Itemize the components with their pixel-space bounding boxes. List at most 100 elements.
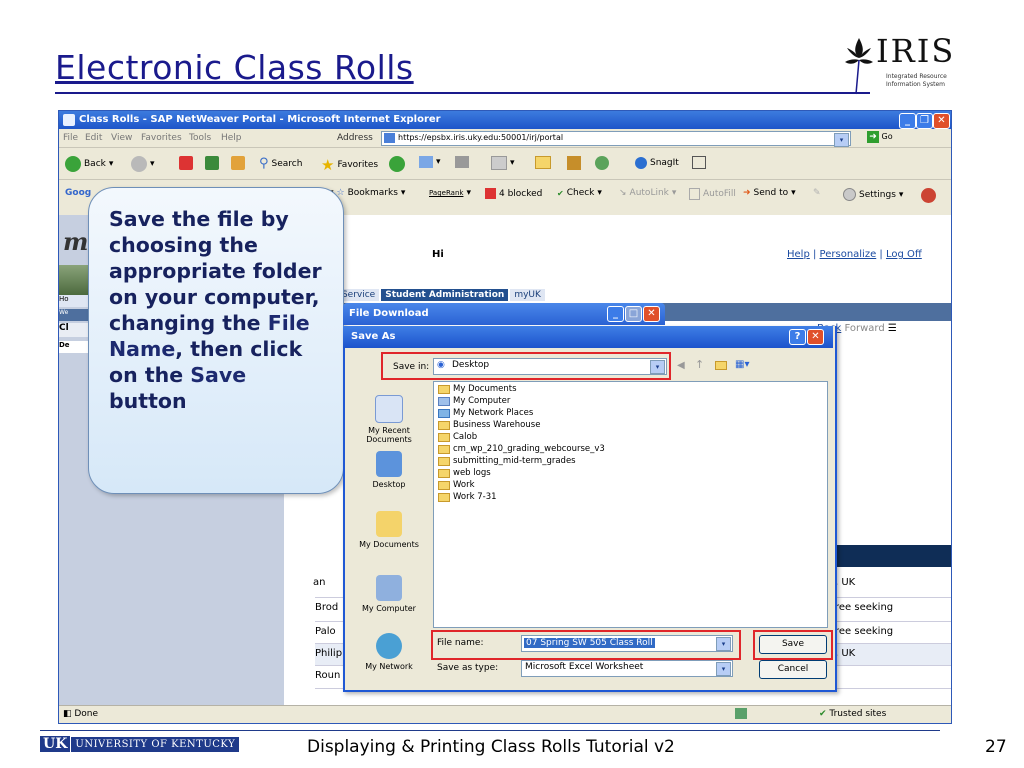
mail-button[interactable]: ▾	[419, 156, 441, 168]
save-in-select[interactable]: ◉ Desktop ▾	[433, 358, 667, 375]
menu-view[interactable]: View	[111, 133, 132, 143]
autolink-button[interactable]: ↘ AutoLink ▾	[619, 188, 676, 198]
forward-button[interactable]: ▾	[131, 156, 155, 172]
settings-button[interactable]: Settings ▾	[843, 188, 903, 201]
menu-help[interactable]: Help	[221, 133, 242, 143]
list-item[interactable]: Business Warehouse	[438, 420, 540, 430]
file-name-input[interactable]: 07 Spring SW 505 Class Roll ▾	[521, 635, 733, 652]
uk-mark: UK	[40, 736, 71, 752]
highlight-button[interactable]: ✎	[813, 188, 821, 198]
personalize-link[interactable]: Personalize	[820, 249, 877, 260]
bookmarks-button[interactable]: ▾ ☆ Bookmarks ▾	[329, 188, 405, 198]
menu-tools[interactable]: Tools	[189, 133, 211, 143]
messenger-button[interactable]	[595, 156, 609, 170]
abc-check-icon: ✔	[557, 188, 564, 198]
footer-title: Displaying & Printing Class Rolls Tutori…	[307, 737, 675, 757]
print-button[interactable]	[455, 156, 469, 168]
file-download-maximize[interactable]: □	[625, 306, 642, 322]
print-icon	[455, 156, 469, 168]
home-button[interactable]	[231, 156, 245, 170]
cancel-button[interactable]: Cancel	[759, 660, 827, 679]
favorites-button[interactable]: ★ Favorites	[321, 156, 378, 174]
place-recent-documents[interactable]: My Recent Documents	[351, 395, 427, 444]
new-folder-icon[interactable]	[715, 361, 727, 370]
list-item[interactable]: My Network Places	[438, 408, 533, 418]
nav-tab-welcome[interactable]: We	[59, 309, 89, 321]
help-button[interactable]: ?	[789, 329, 806, 345]
folder-button[interactable]	[535, 156, 551, 169]
history-button[interactable]	[389, 156, 405, 172]
search-button[interactable]: ⚲ Search	[259, 156, 302, 171]
list-item[interactable]: Work 7-31	[438, 492, 497, 502]
address-dropdown-icon[interactable]: ▾	[834, 133, 849, 147]
pagerank-button[interactable]: PageRank ▾	[429, 188, 471, 198]
folder-icon	[438, 468, 450, 478]
save-type-dropdown-icon[interactable]: ▾	[716, 662, 731, 676]
tab-student-administration[interactable]: Student Administration	[381, 289, 509, 301]
stop-button[interactable]	[179, 156, 193, 170]
list-item[interactable]: My Computer	[438, 396, 510, 406]
up-folder-icon[interactable]: ↑	[695, 358, 704, 371]
sendto-label: Send to	[753, 188, 789, 198]
place-my-documents[interactable]: My Documents	[351, 511, 427, 549]
restore-button[interactable]: ❐	[916, 113, 933, 129]
folder-icon	[438, 420, 450, 430]
menu-favorites[interactable]: Favorites	[141, 133, 182, 143]
minimize-button[interactable]: _	[899, 113, 916, 129]
ie-icon	[63, 114, 75, 126]
menu-file[interactable]: File	[63, 133, 78, 143]
table-cell-left-0: an	[313, 577, 326, 588]
file-label: My Documents	[453, 384, 517, 394]
popup-blocker-button[interactable]: 4 blocked	[485, 188, 542, 199]
trusted-zone: ✔ Trusted sites	[819, 709, 886, 719]
back-button[interactable]: Back ▾	[65, 156, 113, 172]
translate-button[interactable]	[921, 188, 936, 203]
sendto-button[interactable]: ➜ Send to ▾	[743, 188, 796, 198]
list-item[interactable]: Calob	[438, 432, 477, 442]
table-cell-right: ree seeking	[835, 602, 894, 613]
close-button[interactable]: ✕	[933, 113, 950, 129]
nav-tab-home[interactable]: Ho	[59, 295, 89, 307]
place-my-network[interactable]: My Network	[351, 633, 427, 671]
portal-menu-icon[interactable]: ☰	[888, 323, 897, 334]
save-in-dropdown-icon[interactable]: ▾	[650, 360, 665, 374]
logoff-link[interactable]: Log Off	[886, 249, 922, 260]
back-folder-icon[interactable]: ◀	[677, 360, 685, 371]
home-icon	[231, 156, 245, 170]
file-download-close[interactable]: ✕	[643, 306, 660, 322]
save-type-select[interactable]: Microsoft Excel Worksheet ▾	[521, 660, 733, 677]
snagit-button[interactable]: SnagIt	[635, 156, 706, 169]
research-button[interactable]	[567, 156, 581, 170]
help-link[interactable]: Help	[787, 249, 810, 260]
views-menu-icon[interactable]: ▦▾	[735, 359, 749, 370]
list-item[interactable]: submitting_mid-term_grades	[438, 456, 576, 466]
go-button[interactable]: ➜ Go	[867, 131, 905, 145]
place-my-computer[interactable]: My Computer	[351, 575, 427, 613]
edit-button[interactable]: ▾	[491, 156, 515, 170]
file-name-dropdown-icon[interactable]: ▾	[716, 637, 731, 651]
list-item[interactable]: web logs	[438, 468, 491, 478]
list-item[interactable]: cm_wp_210_grading_webcourse_v3	[438, 444, 605, 454]
save-as-close-button[interactable]: ✕	[807, 329, 824, 345]
menu-edit[interactable]: Edit	[85, 133, 102, 143]
place-desktop[interactable]: Desktop	[351, 451, 427, 489]
trusted-check-icon: ✔	[819, 709, 827, 719]
portal-forward-link[interactable]: Forward	[844, 323, 884, 334]
refresh-button[interactable]	[205, 156, 219, 170]
list-item[interactable]: Work	[438, 480, 475, 490]
tab-myuk[interactable]: myUK	[510, 289, 545, 301]
spellcheck-button[interactable]: ✔ Check ▾	[557, 188, 602, 198]
address-input[interactable]: https://epsbx.iris.uky.edu:50001/irj/por…	[381, 131, 851, 147]
list-item[interactable]: My Documents	[438, 384, 517, 394]
iris-flower-icon	[845, 38, 873, 95]
nav-detail-item[interactable]: De	[59, 341, 89, 353]
iris-logo: IRIS Integrated Resource Information Sys…	[842, 32, 954, 100]
file-download-minimize[interactable]: _	[607, 306, 624, 322]
save-button[interactable]: Save	[759, 635, 827, 654]
autofill-button[interactable]: AutoFill	[689, 188, 736, 200]
save-as-titlebar: Save As ? ✕	[343, 326, 833, 348]
back-label: Back	[84, 159, 106, 169]
places-bar: My Recent Documents Desktop My Documents…	[351, 381, 427, 679]
go-arrow-icon: ➜	[867, 131, 879, 143]
file-name-value: 07 Spring SW 505 Class Roll	[524, 638, 655, 648]
